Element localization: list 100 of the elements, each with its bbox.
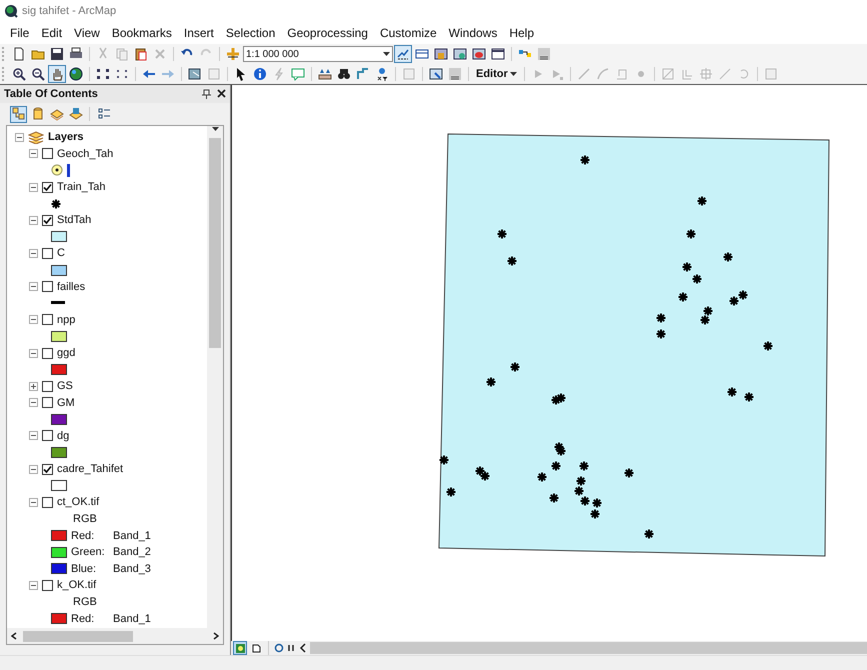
layer-checkbox[interactable] — [42, 182, 53, 193]
layer-name[interactable]: C — [57, 247, 65, 260]
globe-button[interactable] — [67, 65, 85, 83]
toc-view-tab[interactable] — [67, 106, 84, 122]
toolbox-icon — [472, 47, 486, 61]
globe-icon — [69, 67, 83, 81]
menu-item[interactable]: Customize — [374, 26, 443, 40]
layer-name[interactable]: cadre_Tahifet — [57, 463, 124, 476]
layers-label: Layers — [48, 131, 84, 144]
page-icon — [252, 644, 260, 652]
expand-icon[interactable] — [29, 382, 38, 391]
horizontal-scrollbar[interactable] — [310, 642, 867, 654]
zoom-in-icon — [12, 67, 26, 81]
data-view-button[interactable] — [233, 641, 247, 655]
band-name: Green: — [71, 546, 106, 558]
caret-icon — [510, 71, 517, 77]
collapse-icon[interactable] — [29, 315, 38, 324]
layer-checkbox[interactable] — [42, 464, 53, 475]
close-icon[interactable] — [217, 89, 226, 98]
back-arrow-icon — [142, 67, 156, 81]
info-button[interactable] — [251, 65, 269, 83]
scroll-left-icon[interactable] — [11, 632, 17, 640]
visibility-view-icon — [50, 107, 64, 121]
layer-checkbox[interactable] — [42, 380, 53, 392]
scroll-right-icon[interactable] — [213, 632, 219, 640]
collapse-icon[interactable] — [29, 248, 38, 258]
window-icon — [491, 47, 505, 61]
collapse-icon[interactable] — [29, 464, 38, 474]
select-features-icon — [188, 67, 202, 81]
scale-field[interactable]: 1:1 000 000 — [243, 46, 393, 62]
menu-item[interactable]: Help — [503, 26, 540, 40]
layer-checkbox[interactable] — [42, 580, 53, 591]
collapse-icon[interactable] — [29, 182, 38, 192]
layer-checkbox[interactable] — [42, 214, 53, 226]
toc-view-tab[interactable] — [10, 106, 27, 122]
layer-checkbox[interactable] — [42, 314, 53, 326]
collapse-icon[interactable] — [29, 498, 38, 507]
layer-checkbox[interactable] — [42, 430, 53, 442]
pin-icon[interactable] — [202, 89, 211, 99]
add-data-button[interactable] — [224, 45, 242, 63]
layer-name[interactable]: GS — [57, 380, 73, 392]
menu-item[interactable]: Bookmarks — [106, 26, 178, 40]
menu-item[interactable]: Geoprocessing — [281, 26, 374, 40]
menu-item[interactable]: View — [68, 26, 106, 40]
pause-icon[interactable] — [286, 643, 296, 653]
zoom-out-icon — [31, 67, 45, 81]
drawing-order-view-icon — [12, 107, 26, 121]
overflow-button[interactable] — [446, 65, 464, 83]
layer-name[interactable]: ct_OK.tif — [57, 496, 100, 508]
layer-checkbox[interactable] — [42, 148, 53, 160]
collapse-icon[interactable] — [29, 580, 38, 590]
layout-window-icon — [429, 67, 443, 81]
overflow-icon — [448, 67, 462, 81]
menu-item[interactable]: Windows — [442, 26, 504, 40]
band-name: Red: — [71, 612, 96, 625]
menu-item[interactable]: Edit — [35, 26, 68, 40]
layer-name[interactable]: failles — [57, 280, 86, 293]
layer-checkbox[interactable] — [42, 348, 53, 359]
menu-item[interactable]: Selection — [220, 26, 282, 40]
layer-checkbox[interactable] — [42, 397, 53, 408]
lightning-icon — [272, 67, 286, 81]
frame-icon — [402, 67, 416, 81]
layer-name[interactable]: dg — [57, 430, 70, 442]
collapse-icon[interactable] — [29, 398, 38, 408]
layer-checkbox[interactable] — [42, 248, 53, 259]
speech-bubble-icon — [291, 67, 305, 81]
info-icon — [253, 67, 267, 81]
save-button[interactable] — [48, 45, 66, 63]
layer-checkbox[interactable] — [42, 496, 53, 508]
layer-name[interactable]: npp — [57, 314, 76, 326]
attributes-icon — [764, 67, 778, 81]
collapse-icon[interactable] — [29, 149, 38, 158]
collapse-icon[interactable] — [15, 132, 24, 142]
forward-arrow-icon — [161, 67, 175, 81]
rgb-label: RGB — [73, 596, 97, 608]
layer-name[interactable]: ggd — [57, 347, 76, 360]
layer-name[interactable]: GM — [57, 396, 75, 409]
split-tool-icon — [660, 67, 675, 81]
refresh-icon[interactable] — [274, 643, 284, 653]
layer-name[interactable]: Geoch_Tah — [57, 148, 114, 160]
layer-checkbox[interactable] — [42, 281, 53, 292]
overflow-button[interactable] — [535, 45, 553, 63]
collapse-icon[interactable] — [29, 431, 38, 440]
layer-name[interactable]: Train_Tah — [57, 181, 106, 194]
scroll-left-icon[interactable] — [298, 643, 308, 653]
menu-item[interactable]: File — [4, 26, 36, 40]
collapse-icon[interactable] — [29, 282, 38, 292]
layer-name[interactable]: k_OK.tif — [57, 579, 96, 592]
editor-toolbar-button[interactable] — [394, 45, 412, 63]
end-point-arc-icon — [596, 67, 610, 81]
app-globe-icon — [4, 4, 18, 18]
layer-name[interactable]: StdTah — [57, 214, 92, 226]
hand-button[interactable] — [48, 65, 66, 83]
paste-icon — [134, 47, 148, 61]
editor-menu-button[interactable]: Editor — [473, 68, 520, 80]
collapse-icon[interactable] — [29, 216, 38, 225]
horizontal-scrollbar[interactable] — [7, 628, 223, 644]
menu-item[interactable]: Insert — [178, 26, 220, 40]
collapse-icon[interactable] — [29, 348, 38, 358]
vertical-scrollbar[interactable] — [207, 126, 223, 628]
